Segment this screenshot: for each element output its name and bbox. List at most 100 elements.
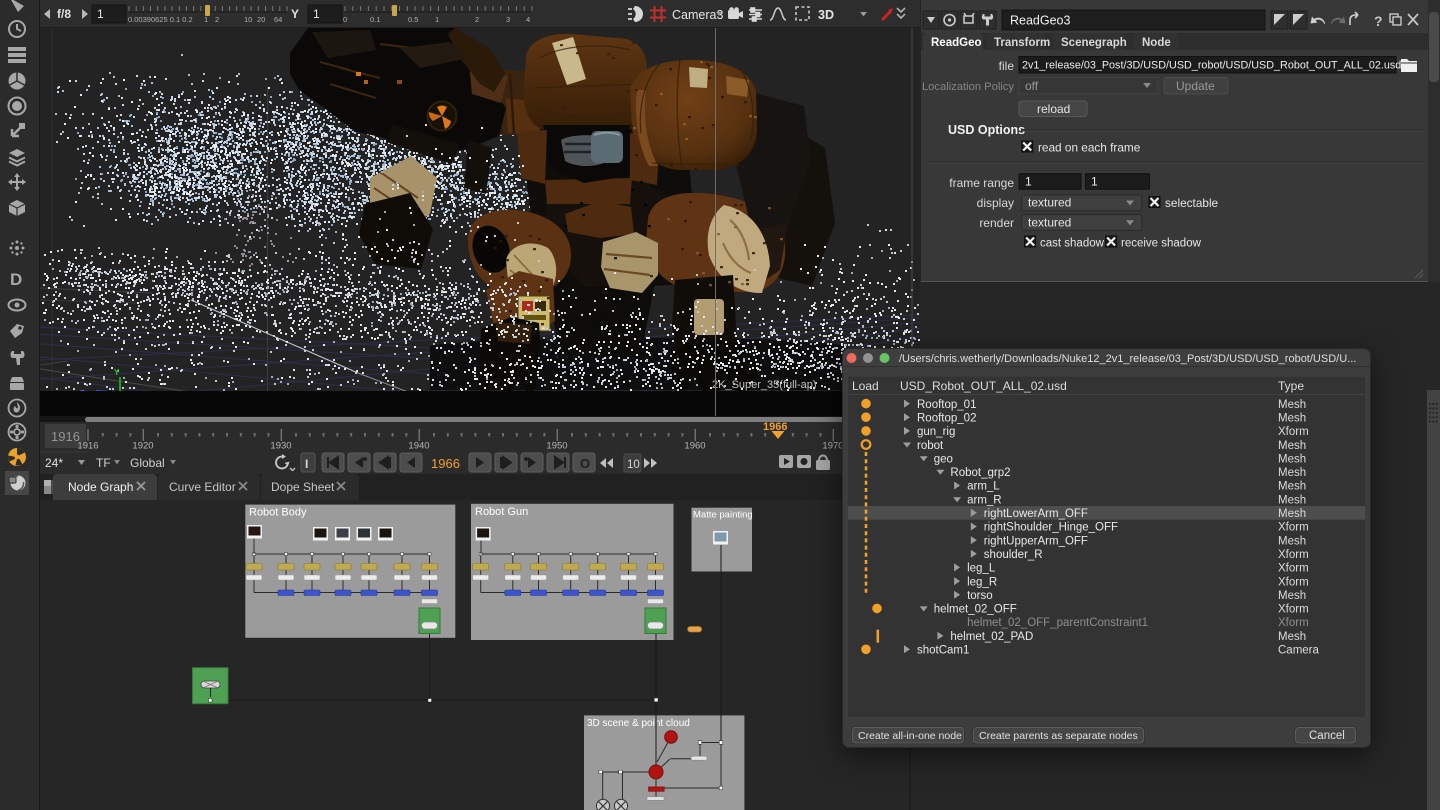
svg-text:20: 20 (257, 15, 265, 24)
svg-text:arm_R: arm_R (967, 494, 1002, 506)
svg-text:10: 10 (627, 459, 640, 471)
svg-text:Transform: Transform (994, 37, 1050, 49)
svg-text:?: ? (1374, 13, 1383, 29)
svg-text:1970: 1970 (822, 441, 843, 452)
svg-text:10: 10 (244, 15, 252, 24)
svg-text:Mesh: Mesh (1278, 631, 1306, 643)
svg-text:Xform: Xform (1278, 617, 1309, 629)
svg-text:Global: Global (130, 456, 165, 470)
svg-text:1916: 1916 (77, 441, 98, 452)
svg-text:rightUpperArm_OFF: rightUpperArm_OFF (984, 535, 1088, 547)
svg-text:0.00390625 0.1 0.2: 0.00390625 0.1 0.2 (128, 15, 193, 24)
svg-text:24*: 24* (45, 456, 63, 470)
svg-text:Mesh: Mesh (1278, 453, 1306, 465)
svg-text:0.1: 0.1 (370, 15, 380, 24)
svg-text:Rooftop_01: Rooftop_01 (917, 399, 976, 411)
svg-text:Robot Body: Robot Body (249, 507, 307, 519)
svg-text:1960: 1960 (684, 441, 705, 452)
svg-text:torso: torso (967, 590, 993, 602)
svg-text:geo: geo (934, 453, 953, 465)
svg-text:3D: 3D (818, 8, 834, 22)
svg-text:gun_rig: gun_rig (917, 426, 955, 438)
svg-text:Camera3: Camera3 (672, 8, 723, 22)
svg-text:Rooftop_02: Rooftop_02 (917, 413, 976, 425)
svg-text:cast shadow: cast shadow (1040, 238, 1105, 250)
svg-text:Scenegraph: Scenegraph (1061, 37, 1127, 49)
svg-text:Robot Gun: Robot Gun (475, 506, 528, 518)
svg-text:robot: robot (917, 440, 944, 452)
svg-text:1: 1 (204, 15, 208, 24)
svg-text:helmet_02_PAD: helmet_02_PAD (950, 631, 1033, 643)
svg-text:shoulder_R: shoulder_R (984, 549, 1043, 561)
svg-text:render: render (979, 216, 1014, 230)
svg-text:rightLowerArm_OFF: rightLowerArm_OFF (984, 508, 1088, 520)
svg-text:leg_L: leg_L (967, 563, 996, 575)
svg-text:Camera: Camera (1278, 645, 1320, 657)
svg-text:Dope Sheet: Dope Sheet (271, 480, 335, 494)
svg-text:3D scene & point cloud: 3D scene & point cloud (587, 718, 690, 729)
svg-text:0.5: 0.5 (408, 15, 418, 24)
svg-text:read on each frame: read on each frame (1038, 141, 1141, 155)
svg-text:3: 3 (506, 15, 510, 24)
svg-text:2: 2 (215, 15, 219, 24)
svg-text:2: 2 (475, 15, 479, 24)
svg-text:Xform: Xform (1278, 563, 1309, 575)
svg-text:64: 64 (274, 15, 282, 24)
svg-text:file: file (999, 59, 1015, 73)
svg-text:off: off (1025, 79, 1039, 93)
svg-text:frame range: frame range (949, 176, 1014, 190)
svg-text:1: 1 (1091, 175, 1098, 189)
svg-text:Xform: Xform (1278, 604, 1309, 616)
svg-text:1940: 1940 (408, 441, 429, 452)
svg-text:USD Options: USD Options (948, 123, 1025, 137)
svg-text:Node Graph: Node Graph (68, 480, 133, 494)
svg-text:Mesh: Mesh (1278, 440, 1306, 452)
svg-text:Mesh: Mesh (1278, 535, 1306, 547)
svg-text:f/8: f/8 (57, 7, 71, 21)
svg-text:Load: Load (852, 379, 879, 393)
svg-text:1950: 1950 (546, 441, 567, 452)
svg-text:helmet_02_OFF_parentConstraint: helmet_02_OFF_parentConstraint1 (967, 617, 1148, 629)
svg-text:Mesh: Mesh (1278, 467, 1306, 479)
svg-text:D: D (10, 270, 22, 289)
svg-text:display: display (977, 196, 1014, 210)
svg-text:1: 1 (1025, 175, 1032, 189)
svg-text:receive shadow: receive shadow (1121, 238, 1202, 250)
svg-text:I: I (305, 457, 308, 471)
svg-text:Mesh: Mesh (1278, 413, 1306, 425)
svg-text:Cancel: Cancel (1309, 730, 1345, 742)
svg-text:2v1_release/03_Post/3D/USD/USD: 2v1_release/03_Post/3D/USD/USD_robot/USD… (1022, 60, 1401, 72)
svg-text:leg_R: leg_R (967, 576, 997, 588)
svg-text:reload: reload (1037, 102, 1070, 116)
svg-text:1930: 1930 (270, 441, 291, 452)
svg-text:Mesh: Mesh (1278, 494, 1306, 506)
svg-text:textured: textured (1028, 196, 1071, 210)
svg-text:2K_Super_35(full-ap): 2K_Super_35(full-ap) (712, 379, 817, 391)
svg-text:Curve Editor: Curve Editor (169, 480, 236, 494)
svg-text:Y: Y (291, 7, 299, 21)
svg-text:O: O (580, 456, 590, 471)
svg-text:Mesh: Mesh (1278, 399, 1306, 411)
svg-text:1: 1 (97, 7, 104, 21)
svg-text:1: 1 (313, 7, 320, 21)
svg-text:arm_L: arm_L (967, 481, 1000, 493)
svg-text:/Users/chris.wetherly/Download: /Users/chris.wetherly/Downloads/Nuke12_2… (899, 353, 1356, 365)
svg-text:Mesh: Mesh (1278, 508, 1306, 520)
svg-text:1: 1 (435, 15, 439, 24)
svg-text:Robot_grp2: Robot_grp2 (950, 467, 1010, 479)
svg-text:Xform: Xform (1278, 426, 1309, 438)
svg-text:Mesh: Mesh (1278, 590, 1306, 602)
svg-text:1920: 1920 (132, 441, 153, 452)
svg-text:Y: Y (114, 368, 120, 377)
svg-text:1966: 1966 (431, 456, 460, 471)
svg-text:selectable: selectable (1165, 196, 1219, 210)
svg-text:textured: textured (1028, 215, 1071, 229)
svg-text:Localization Policy: Localization Policy (922, 81, 1014, 93)
svg-text:helmet_02_OFF: helmet_02_OFF (934, 604, 1017, 616)
svg-text:Type: Type (1278, 379, 1304, 393)
svg-text:Create parents as separate nod: Create parents as separate nodes (979, 730, 1138, 742)
svg-text:Update: Update (1176, 79, 1215, 93)
svg-text:Xform: Xform (1278, 576, 1309, 588)
svg-text:Xform: Xform (1278, 522, 1309, 534)
svg-text:Xform: Xform (1278, 549, 1309, 561)
